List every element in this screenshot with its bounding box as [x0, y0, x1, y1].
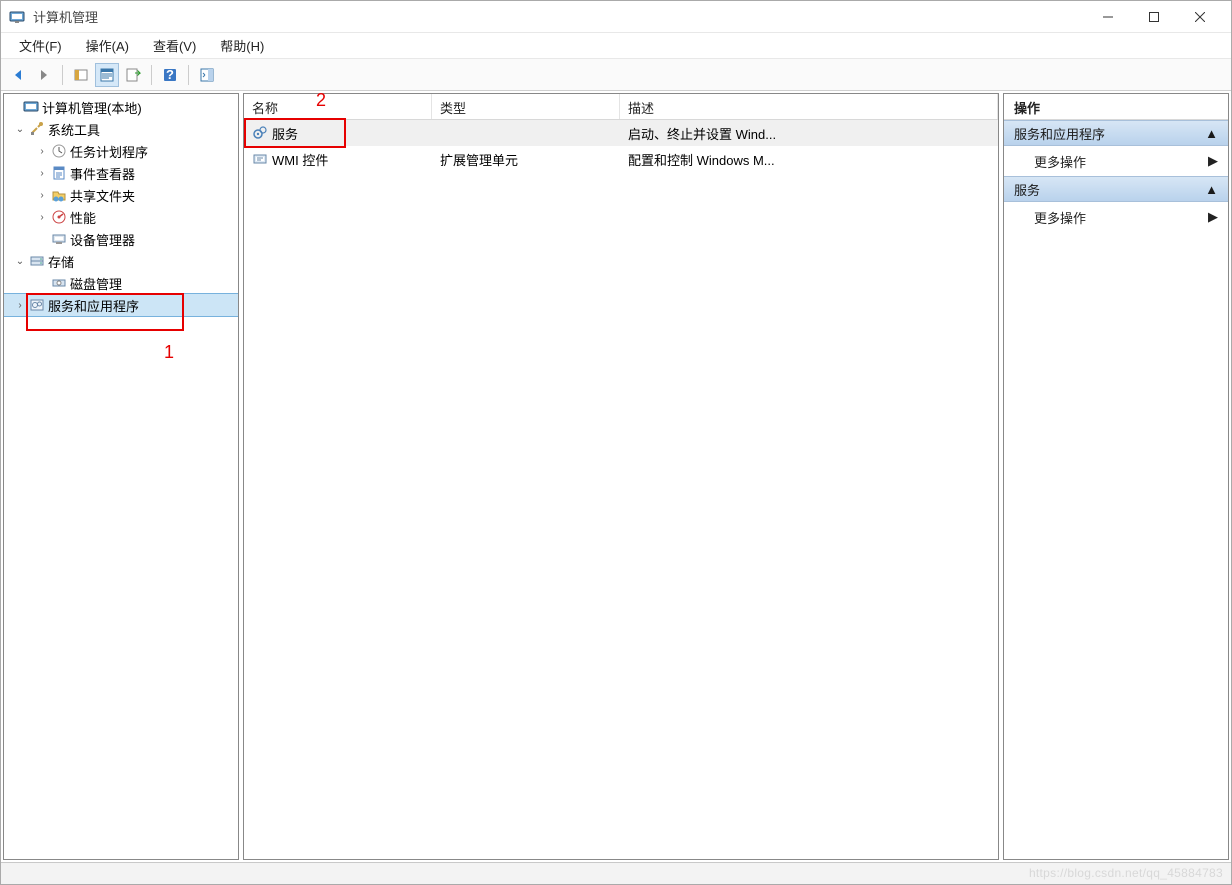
tree-task-scheduler[interactable]: › 任务计划程序 — [4, 140, 238, 162]
minimize-button[interactable] — [1085, 1, 1131, 33]
show-hide-tree-button[interactable] — [69, 63, 93, 87]
list-row-wmi[interactable]: WMI 控件 扩展管理单元 配置和控制 Windows M... — [244, 146, 998, 172]
clock-icon — [50, 143, 68, 159]
main-area: ▸ 计算机管理(本地) ⌄ 系统工具 › 任务计划程序 › 事件查看器 › 共享… — [1, 91, 1231, 862]
wmi-icon — [252, 151, 268, 167]
tree-storage[interactable]: ⌄ 存储 — [4, 250, 238, 272]
submenu-arrow-icon: ▶ — [1208, 153, 1218, 169]
tree-disk-management[interactable]: › 磁盘管理 — [4, 272, 238, 294]
cell-type — [432, 131, 620, 135]
shared-folder-icon — [50, 187, 68, 203]
app-icon — [9, 9, 25, 25]
gears-icon — [252, 125, 268, 141]
toolbar-sep — [62, 65, 63, 85]
tree-event-viewer[interactable]: › 事件查看器 — [4, 162, 238, 184]
action-pane-toggle-button[interactable] — [195, 63, 219, 87]
tree-device-manager[interactable]: › 设备管理器 — [4, 228, 238, 250]
performance-icon — [50, 209, 68, 225]
list-rows[interactable]: 服务 启动、终止并设置 Wind... WMI 控件 扩展管理单元 配置和控制 … — [244, 120, 998, 859]
list-pane: 名称 类型 描述 服务 启动、终止并设置 Wind... WMI 控件 扩展管理… — [243, 93, 999, 860]
cell-name: WMI 控件 — [272, 150, 328, 169]
disk-icon — [50, 275, 68, 291]
tree-pane[interactable]: ▸ 计算机管理(本地) ⌄ 系统工具 › 任务计划程序 › 事件查看器 › 共享… — [3, 93, 239, 860]
annotation-label-1: 1 — [164, 342, 174, 363]
toolbar-sep — [151, 65, 152, 85]
col-name[interactable]: 名称 — [244, 94, 432, 119]
collapse-arrow-icon: ▲ — [1205, 126, 1218, 141]
menu-action[interactable]: 操作(A) — [74, 33, 141, 58]
chevron-right-icon[interactable]: › — [34, 168, 50, 179]
collapse-arrow-icon: ▲ — [1205, 182, 1218, 197]
actions-pane: 操作 服务和应用程序 ▲ 更多操作 ▶ 服务 ▲ 更多操作 ▶ — [1003, 93, 1229, 860]
maximize-button[interactable] — [1131, 1, 1177, 33]
titlebar: 计算机管理 — [1, 1, 1231, 33]
toolbar: ? — [1, 59, 1231, 91]
help-button[interactable]: ? — [158, 63, 182, 87]
actions-more-1[interactable]: 更多操作 ▶ — [1004, 146, 1228, 176]
chevron-right-icon[interactable]: › — [34, 190, 50, 201]
services-icon — [28, 297, 46, 313]
menubar: 文件(F) 操作(A) 查看(V) 帮助(H) — [1, 33, 1231, 59]
chevron-right-icon[interactable]: › — [34, 146, 50, 157]
chevron-right-icon[interactable]: › — [34, 212, 50, 223]
actions-header: 操作 — [1004, 94, 1228, 120]
computer-icon — [22, 99, 40, 115]
chevron-down-icon[interactable]: ⌄ — [12, 124, 28, 135]
cell-type: 扩展管理单元 — [432, 148, 620, 171]
back-button[interactable] — [6, 63, 30, 87]
menu-file[interactable]: 文件(F) — [7, 33, 74, 58]
tools-icon — [28, 121, 46, 137]
cell-name: 服务 — [272, 124, 298, 143]
device-icon — [50, 231, 68, 247]
actions-group-services[interactable]: 服务 ▲ — [1004, 176, 1228, 202]
properties-button[interactable] — [95, 63, 119, 87]
chevron-right-icon[interactable]: › — [12, 300, 28, 311]
actions-more-2[interactable]: 更多操作 ▶ — [1004, 202, 1228, 232]
toolbar-sep — [188, 65, 189, 85]
menu-view[interactable]: 查看(V) — [141, 33, 208, 58]
svg-text:?: ? — [166, 67, 174, 82]
chevron-down-icon[interactable]: ⌄ — [12, 256, 28, 267]
export-list-button[interactable] — [121, 63, 145, 87]
forward-button[interactable] — [32, 63, 56, 87]
watermark: https://blog.csdn.net/qq_45884783 — [1029, 866, 1223, 880]
statusbar: https://blog.csdn.net/qq_45884783 — [1, 862, 1231, 884]
window-title: 计算机管理 — [33, 7, 1085, 26]
close-button[interactable] — [1177, 1, 1223, 33]
col-desc[interactable]: 描述 — [620, 94, 998, 119]
tree-performance[interactable]: › 性能 — [4, 206, 238, 228]
tree-root[interactable]: ▸ 计算机管理(本地) — [4, 96, 238, 118]
cell-desc: 启动、终止并设置 Wind... — [620, 122, 998, 145]
actions-group-services-apps[interactable]: 服务和应用程序 ▲ — [1004, 120, 1228, 146]
tree-shared-folders[interactable]: › 共享文件夹 — [4, 184, 238, 206]
cell-desc: 配置和控制 Windows M... — [620, 148, 998, 171]
event-log-icon — [50, 165, 68, 181]
storage-icon — [28, 253, 46, 269]
submenu-arrow-icon: ▶ — [1208, 209, 1218, 225]
list-header: 名称 类型 描述 — [244, 94, 998, 120]
list-row-services[interactable]: 服务 启动、终止并设置 Wind... — [244, 120, 998, 146]
tree-system-tools[interactable]: ⌄ 系统工具 — [4, 118, 238, 140]
col-type[interactable]: 类型 — [432, 94, 620, 119]
menu-help[interactable]: 帮助(H) — [208, 33, 276, 58]
tree-services-apps[interactable]: › 服务和应用程序 — [4, 294, 238, 316]
